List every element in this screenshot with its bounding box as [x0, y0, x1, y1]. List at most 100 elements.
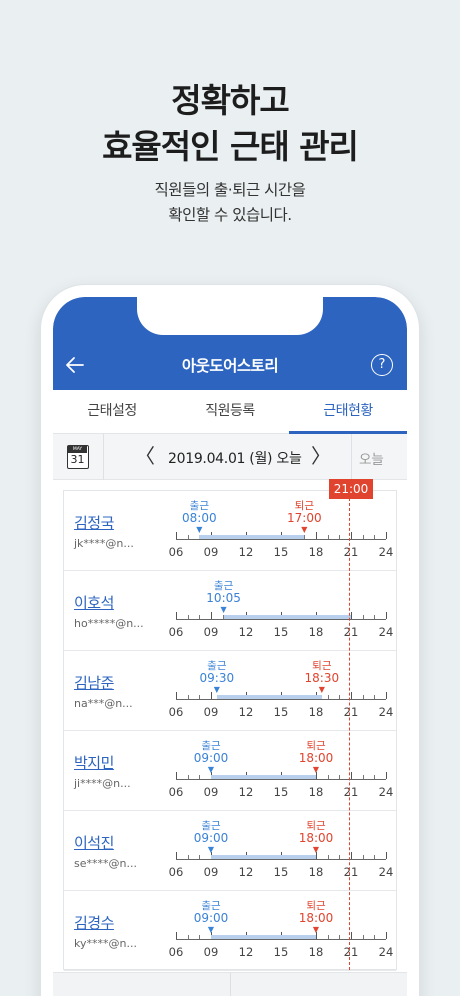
timeline-tick — [199, 615, 201, 619]
timeline-tick — [187, 935, 189, 939]
timeline-tick-label: 12 — [238, 945, 254, 959]
marker-arrow-icon: ▼ — [213, 685, 220, 694]
calendar-icon[interactable]: MAY 31 — [67, 445, 89, 469]
timeline-tick — [374, 695, 376, 699]
timeline-tick — [362, 855, 364, 859]
clock-in-marker: 출근 10:05 ▼ — [194, 580, 254, 614]
timeline-tick-label: 24 — [378, 705, 394, 719]
employee-name-link[interactable]: 이석진 — [74, 832, 114, 853]
timeline-axis — [176, 859, 386, 860]
help-icon[interactable]: ? — [371, 354, 393, 376]
tab-employee-registration[interactable]: 직원등록 — [171, 390, 289, 433]
employee-row[interactable]: 박지민 ji****@n... 06 09 12 15 18 21 24 출근 09:00 ▼ 퇴근 18… — [64, 731, 396, 811]
timeline-tick-label: 06 — [168, 625, 184, 639]
timeline-tick — [362, 935, 364, 939]
outside-count-cell[interactable]: 외부 2 명 — [229, 973, 408, 996]
marker-arrow-icon: ▼ — [207, 925, 215, 934]
timeline-tick-label: 12 — [238, 785, 254, 799]
attendance-list: 김정국 jk****@n... 06 09 12 15 18 21 24 출근 08:00 ▼ 퇴근 17… — [63, 490, 397, 971]
today-button[interactable]: 오늘 — [359, 448, 384, 468]
divider — [103, 434, 104, 480]
timeline-tick-label: 09 — [203, 545, 219, 559]
timeline-tick — [351, 532, 352, 539]
clock-out-marker-time: 18:00 — [298, 911, 334, 925]
calendar-day-label: 31 — [70, 453, 85, 466]
timeline-tick — [187, 855, 189, 859]
timeline-tick — [374, 775, 376, 779]
timeline-tick-label: 12 — [238, 545, 254, 559]
employee-name-link[interactable]: 박지민 — [74, 752, 114, 773]
timeline-tick — [362, 615, 364, 619]
timeline-tick — [304, 535, 306, 539]
timeline-tick — [176, 692, 177, 699]
timeline-tick-label: 18 — [308, 625, 324, 639]
timeline-tick — [374, 615, 376, 619]
timeline-tick-label: 24 — [378, 785, 394, 799]
phone-notch — [137, 297, 323, 335]
employee-email: na***@n... — [74, 697, 133, 710]
clock-in-marker-time: 09:30 — [199, 671, 235, 685]
summary-footer: 내부 15 명 외부 2 명 — [53, 972, 407, 996]
clock-in-marker-time: 09:00 — [193, 911, 229, 925]
employee-name-link[interactable]: 김경수 — [74, 912, 114, 933]
clock-out-marker: 퇴근 18:00 ▼ — [286, 900, 346, 934]
employee-name-link[interactable]: 이호석 — [74, 592, 114, 613]
timeline-tick — [374, 935, 376, 939]
employee-row[interactable]: 이호석 ho*****@n... 06 09 12 15 18 21 24 출근 10:05 ▼ — [64, 571, 396, 651]
timeline-tick — [327, 775, 329, 779]
timeline-tick-label: 15 — [273, 865, 289, 879]
work-timeline: 06 09 12 15 18 21 24 출근 09:30 ▼ 퇴근 18:30 ▼ — [169, 651, 394, 731]
clock-out-marker: 퇴근 17:00 ▼ — [274, 500, 334, 534]
employee-row[interactable]: 김경수 ky****@n... 06 09 12 15 18 21 24 출근 09:00 ▼ 퇴근 18… — [64, 891, 396, 971]
timeline-tick-label: 09 — [203, 785, 219, 799]
marker-arrow-icon: ▼ — [207, 765, 215, 774]
timeline-tick — [386, 932, 387, 939]
timeline-tick — [386, 772, 387, 779]
chevron-right-icon[interactable]: 〉 — [311, 444, 331, 468]
timeline-tick-label: 21 — [343, 785, 359, 799]
timeline-tick — [386, 612, 387, 619]
employee-email: ky****@n... — [74, 937, 137, 950]
timeline-tick-label: 18 — [308, 705, 324, 719]
clock-out-marker-time: 18:00 — [298, 831, 334, 845]
employee-row[interactable]: 이석진 se****@n... 06 09 12 15 18 21 24 출근 09:00 ▼ 퇴근 18… — [64, 811, 396, 891]
timeline-tick — [339, 695, 341, 699]
hero-subtitle: 직원들의 출·퇴근 시간을 확인할 수 있습니다. — [0, 178, 460, 228]
hero-title-line2: 효율적인 근태 관리 — [102, 127, 359, 166]
employee-email: ho*****@n... — [74, 617, 144, 630]
work-timeline: 06 09 12 15 18 21 24 출근 10:05 ▼ — [169, 571, 394, 651]
timeline-tick-label: 24 — [378, 865, 394, 879]
clock-out-marker: 퇴근 18:00 ▼ — [286, 820, 346, 854]
work-duration-bar — [216, 695, 322, 699]
employee-name-link[interactable]: 김정국 — [74, 512, 114, 533]
tab-attendance-settings[interactable]: 근태설정 — [53, 390, 171, 433]
work-timeline: 06 09 12 15 18 21 24 출근 09:00 ▼ 퇴근 18:00 ▼ — [169, 811, 394, 891]
timeline-tick-label: 09 — [203, 945, 219, 959]
timeline-tick-label: 21 — [343, 865, 359, 879]
timeline-tick-label: 06 — [168, 865, 184, 879]
timeline-tick-label: 15 — [273, 785, 289, 799]
clock-in-marker: 출근 09:00 ▼ — [181, 820, 241, 854]
timeline-tick — [176, 932, 177, 939]
timeline-tick-label: 15 — [273, 705, 289, 719]
timeline-tick-label: 18 — [308, 785, 324, 799]
timeline-tick — [339, 775, 341, 779]
marker-arrow-icon: ▼ — [220, 605, 227, 614]
employee-name-link[interactable]: 김남준 — [74, 672, 114, 693]
marker-arrow-icon: ▼ — [207, 845, 215, 854]
work-timeline: 06 09 12 15 18 21 24 출근 09:00 ▼ 퇴근 18:00 ▼ — [169, 731, 394, 811]
clock-in-marker: 출근 08:00 ▼ — [169, 500, 229, 534]
timeline-tick-label: 24 — [378, 625, 394, 639]
employee-row[interactable]: 김정국 jk****@n... 06 09 12 15 18 21 24 출근 08:00 ▼ 퇴근 17… — [64, 491, 396, 571]
timeline-tick-label: 09 — [203, 705, 219, 719]
timeline-tick — [386, 852, 387, 859]
employee-row[interactable]: 김남준 na***@n... 06 09 12 15 18 21 24 출근 09:30 ▼ 퇴근 18:… — [64, 651, 396, 731]
chevron-left-icon[interactable]: 〈 — [135, 444, 155, 468]
employee-email: ji****@n... — [74, 777, 131, 790]
current-time-badge: 21:00 — [329, 479, 373, 499]
inside-count-cell[interactable]: 내부 15 명 — [53, 973, 230, 996]
app-screen: 아웃도어스토리 ? 근태설정 직원등록 근태현황 MAY 31 〈 2019.0… — [53, 297, 407, 996]
tab-attendance-status[interactable]: 근태현황 — [289, 390, 407, 434]
hero-title: 정확하고 효율적인 근태 관리 — [0, 78, 460, 170]
timeline-tick — [327, 935, 329, 939]
